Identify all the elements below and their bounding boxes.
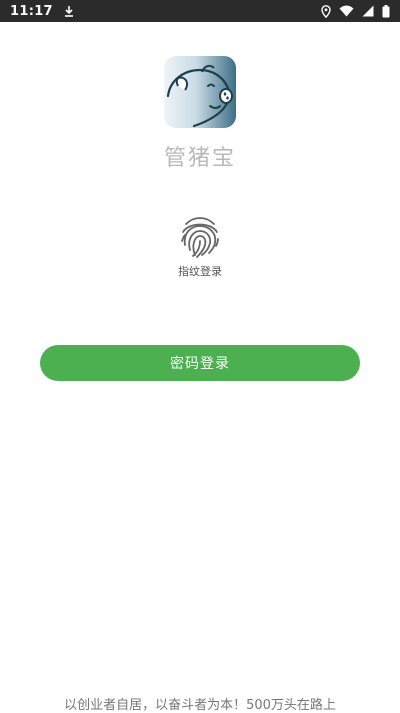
fingerprint-login-label: 指纹登录	[178, 265, 222, 278]
status-bar: 11:17	[0, 0, 400, 22]
fingerprint-icon	[181, 217, 219, 258]
footer-slogan: 以创业者自居，以奋斗者为本！500万头在路上	[64, 698, 336, 713]
status-time: 11:17	[10, 3, 53, 19]
signal-icon	[362, 5, 374, 17]
location-icon	[321, 4, 331, 18]
download-icon	[64, 6, 73, 17]
app-logo	[164, 56, 236, 128]
battery-icon	[382, 4, 390, 17]
pig-logo-icon	[164, 56, 236, 128]
wifi-icon	[339, 5, 354, 17]
app-name: 管猪宝	[163, 146, 236, 171]
fingerprint-login-button[interactable]: 指纹登录	[150, 215, 250, 279]
password-login-button[interactable]: 密码登录	[40, 345, 360, 381]
